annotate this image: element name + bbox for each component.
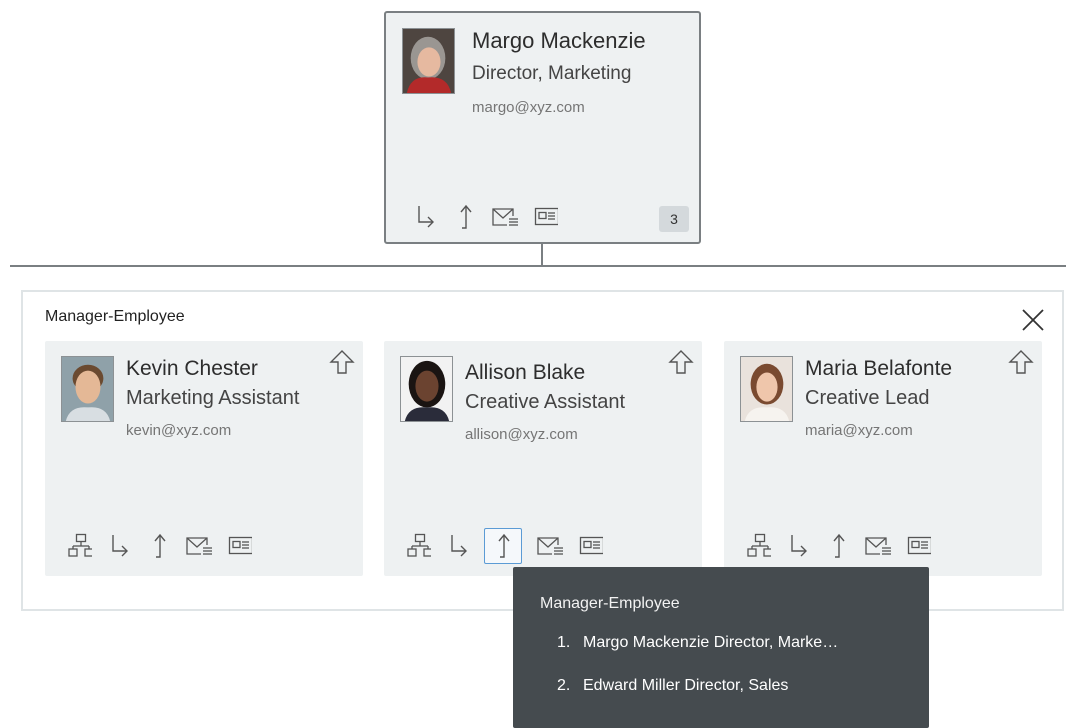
go-up-icon[interactable] xyxy=(668,349,694,375)
employee-avatar xyxy=(740,356,793,422)
manager-actions xyxy=(412,203,559,231)
level-divider xyxy=(10,265,1066,267)
manager-card[interactable]: Margo Mackenzie Director, Marketing marg… xyxy=(384,11,701,244)
child-arrow-icon[interactable] xyxy=(445,532,471,560)
employee-name: Allison Blake xyxy=(465,361,586,384)
up-arrow-icon[interactable] xyxy=(484,528,522,564)
employee-card-kevin[interactable]: Kevin Chester Marketing Assistant kevin@… xyxy=(45,341,363,576)
mail-icon[interactable] xyxy=(184,532,214,560)
employee-email: allison@xyz.com xyxy=(465,426,578,443)
org-chart-icon[interactable] xyxy=(406,532,432,560)
employee-title: Creative Lead xyxy=(805,387,930,409)
contact-card-icon[interactable] xyxy=(578,532,604,560)
mail-icon[interactable] xyxy=(490,203,520,231)
contact-card-icon[interactable] xyxy=(906,532,932,560)
tooltip-list: 1. Margo Mackenzie Director, Marke… 2. Edw… xyxy=(557,634,838,720)
employee-actions xyxy=(406,528,604,564)
employee-card-allison[interactable]: Allison Blake Creative Assistant allison… xyxy=(384,341,702,576)
employee-actions xyxy=(67,532,253,560)
tooltip-title: Manager-Employee xyxy=(540,595,680,612)
child-arrow-icon[interactable] xyxy=(785,532,811,560)
employee-title: Creative Assistant xyxy=(465,391,626,413)
employee-name: Maria Belafonte xyxy=(805,357,953,380)
manager-name: Margo Mackenzie xyxy=(472,28,646,53)
employee-card-maria[interactable]: Maria Belafonte Creative Lead maria@xyz.… xyxy=(724,341,1042,576)
go-up-icon[interactable] xyxy=(1008,349,1034,375)
employee-actions xyxy=(746,532,932,560)
manager-title: Director, Marketing xyxy=(472,63,632,84)
manager-avatar xyxy=(402,28,455,94)
employee-name: Kevin Chester xyxy=(126,357,258,380)
up-arrow-icon[interactable] xyxy=(451,203,477,231)
employee-title: Marketing Assistant xyxy=(126,387,300,409)
child-arrow-icon[interactable] xyxy=(106,532,132,560)
org-chart-icon[interactable] xyxy=(67,532,93,560)
panel-title: Manager-Employee xyxy=(45,308,185,325)
up-arrow-icon[interactable] xyxy=(145,532,171,560)
up-arrow-icon[interactable] xyxy=(824,532,850,560)
tooltip-item[interactable]: 1. Margo Mackenzie Director, Marke… xyxy=(557,634,838,677)
mail-icon[interactable] xyxy=(535,532,565,560)
org-chart-icon[interactable] xyxy=(746,532,772,560)
employee-email: maria@xyz.com xyxy=(805,422,913,439)
child-arrow-icon[interactable] xyxy=(412,203,438,231)
contact-card-icon[interactable] xyxy=(533,203,559,231)
report-count-badge[interactable]: 3 xyxy=(659,206,689,232)
manager-tooltip: Manager-Employee 1. Margo Mackenzie Direc… xyxy=(513,567,929,728)
connector-line xyxy=(541,244,543,266)
manager-employee-panel: Manager-Employee Kevin Chester Marketing… xyxy=(21,290,1064,611)
manager-email: margo@xyz.com xyxy=(472,99,585,116)
mail-icon[interactable] xyxy=(863,532,893,560)
tooltip-item[interactable]: 2. Edward Miller Director, Sales xyxy=(557,677,838,720)
go-up-icon[interactable] xyxy=(329,349,355,375)
employee-avatar xyxy=(400,356,453,422)
employee-email: kevin@xyz.com xyxy=(126,422,232,439)
employee-avatar xyxy=(61,356,114,422)
close-icon[interactable] xyxy=(1019,306,1047,334)
contact-card-icon[interactable] xyxy=(227,532,253,560)
